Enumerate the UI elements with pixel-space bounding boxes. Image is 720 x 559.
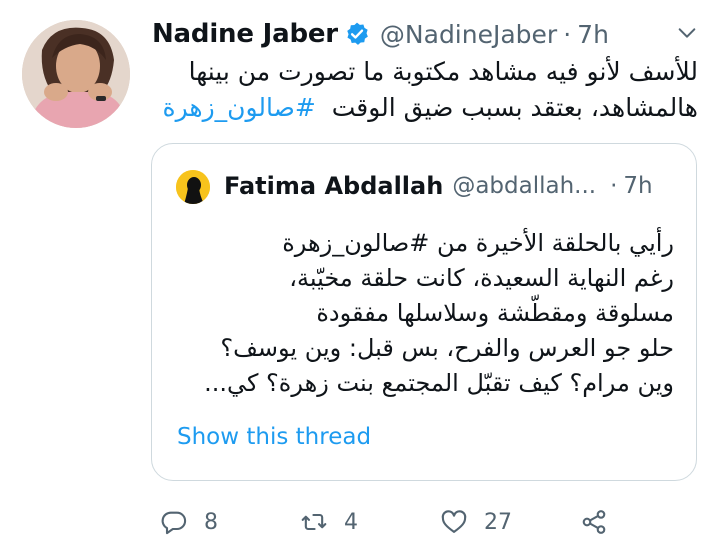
verified-badge-icon: [344, 21, 370, 47]
chevron-down-icon[interactable]: [670, 16, 704, 50]
tweet-text-line: هالمشاهد، بعتقد بسبب ضيق الوقت #صالون_زه…: [150, 90, 699, 126]
retweet-button[interactable]: 4: [300, 502, 358, 542]
quoted-tweet-card[interactable]: Fatima Abdallah @abdallah... · 7h رأيي ب…: [151, 143, 697, 481]
tweet-action-bar: 8 4 27: [0, 502, 720, 542]
reply-count: 8: [204, 509, 218, 535]
retweet-icon: [300, 508, 328, 536]
quoted-text-line: حلو جو العرس والفرح، بس قبل: وين يوسف؟: [220, 334, 674, 362]
like-icon: [440, 508, 468, 536]
author-name[interactable]: Nadine Jaber: [152, 19, 338, 49]
quoted-text-line: وين مرام؟ كيف تقبّل المجتمع بنت زهرة؟ كي…: [204, 369, 674, 397]
hashtag-link[interactable]: #صالون_زهرة: [163, 93, 316, 122]
tweet-text-fragment: هالمشاهد، بعتقد بسبب ضيق الوقت: [331, 93, 698, 122]
author-avatar[interactable]: [22, 20, 130, 128]
share-button[interactable]: [580, 502, 608, 542]
quoted-tweet-header: Fatima Abdallah @abdallah... · 7h: [224, 166, 653, 206]
tweet-text-line: للأسف لأنو فيه مشاهد مكتوبة ما تصورت من …: [188, 57, 698, 86]
quoted-text-line: رأيي بالحلقة الأخيرة من #صالون_زهرة: [282, 229, 674, 257]
reply-button[interactable]: 8: [160, 502, 218, 542]
reply-icon: [160, 508, 188, 536]
separator-dot: ·: [563, 19, 572, 49]
author-handle[interactable]: @NadineJaber: [380, 20, 557, 49]
quoted-text-line: مسلوقة ومقطّشة وسلاسلها مفقودة: [316, 299, 674, 327]
tweet-text: للأسف لأنو فيه مشاهد مكتوبة ما تصورت من …: [150, 54, 699, 126]
retweet-count: 4: [344, 509, 358, 535]
quoted-tweet-timestamp[interactable]: 7h: [623, 173, 652, 199]
quoted-author-name[interactable]: Fatima Abdallah: [224, 172, 443, 200]
like-count: 27: [484, 509, 512, 535]
tweet-timestamp[interactable]: 7h: [577, 20, 609, 49]
quoted-author-handle[interactable]: @abdallah...: [452, 173, 596, 199]
like-button[interactable]: 27: [440, 502, 512, 542]
share-icon: [580, 508, 608, 536]
show-thread-link[interactable]: Show this thread: [177, 424, 371, 450]
quoted-text-line: رغم النهاية السعيدة، كانت حلقة مخيّبة،: [289, 264, 674, 292]
quoted-author-avatar[interactable]: [176, 170, 210, 204]
quoted-tweet-text: رأيي بالحلقة الأخيرة من #صالون_زهرة رغم …: [174, 226, 674, 401]
tweet-header: Nadine Jaber @NadineJaber · 7h: [152, 14, 609, 54]
separator-dot: ·: [610, 173, 618, 199]
